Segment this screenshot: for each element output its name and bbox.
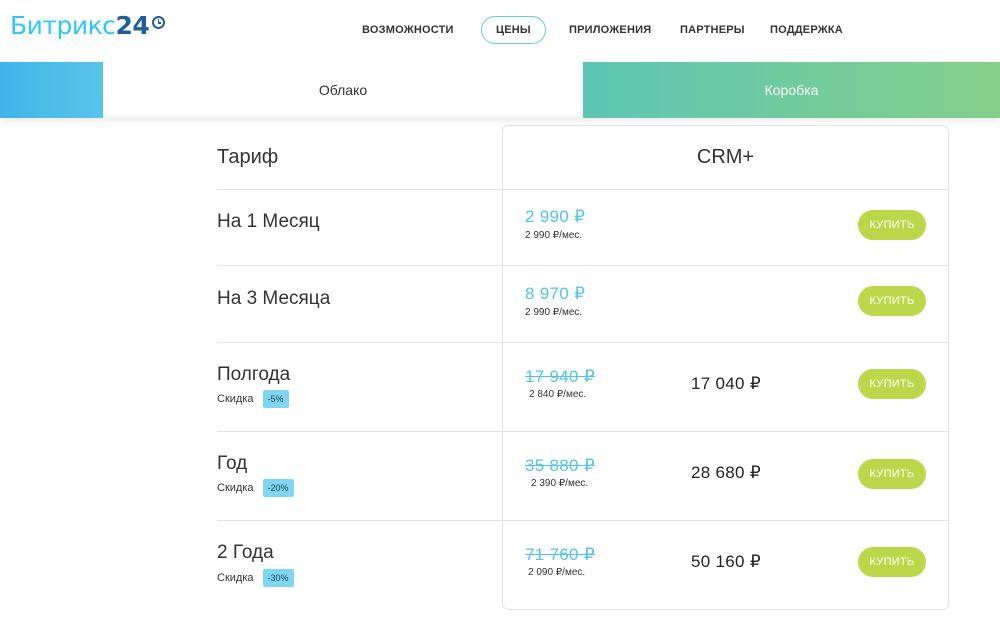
row-title-half-year: Полгода bbox=[217, 364, 291, 385]
discount-label: Скидка bbox=[217, 393, 254, 405]
buy-button-year[interactable]: КУПИТЬ bbox=[858, 459, 926, 489]
site-header: Битрикс 24 ВОЗМОЖНОСТИ ЦЕНЫ ПРИЛОЖЕНИЯ П… bbox=[0, 0, 1000, 62]
buy-button-1-month[interactable]: КУПИТЬ bbox=[858, 210, 926, 240]
row-title-1-month: На 1 Месяц bbox=[217, 211, 320, 232]
tariff-column-header: Тариф bbox=[217, 146, 279, 168]
buy-button-2-years[interactable]: КУПИТЬ bbox=[858, 547, 926, 577]
row-divider bbox=[503, 431, 948, 432]
nav-prices[interactable]: ЦЕНЫ bbox=[481, 16, 546, 44]
tab-cloud[interactable]: Облако bbox=[103, 62, 583, 118]
price-1-month: 2 990 ₽ bbox=[525, 207, 586, 226]
discount-half-year: Скидка -5% bbox=[217, 390, 289, 408]
discount-badge: -30% bbox=[262, 569, 294, 587]
discount-2-years: Скидка -30% bbox=[217, 569, 294, 587]
discount-label: Скидка bbox=[217, 572, 254, 584]
tabs-band-decor bbox=[0, 62, 103, 118]
row-divider bbox=[503, 265, 948, 266]
old-price-half-year: 17 940 ₽ bbox=[525, 367, 595, 386]
discount-year: Скидка -20% bbox=[217, 479, 294, 497]
per-month-1-month: 2 990 ₽/мес. bbox=[525, 230, 583, 241]
nav-features[interactable]: ВОЗМОЖНОСТИ bbox=[362, 16, 454, 44]
nav-support[interactable]: ПОДДЕРЖКА bbox=[770, 16, 843, 44]
row-title-2-years: 2 Года bbox=[217, 542, 274, 563]
discount-badge: -5% bbox=[262, 390, 289, 408]
row-divider bbox=[503, 189, 948, 190]
old-price-year: 35 880 ₽ bbox=[525, 456, 595, 475]
row-divider bbox=[217, 189, 503, 190]
nav-apps[interactable]: ПРИЛОЖЕНИЯ bbox=[569, 16, 651, 44]
main-nav: ВОЗМОЖНОСТИ ЦЕНЫ ПРИЛОЖЕНИЯ ПАРТНЕРЫ ПОД… bbox=[0, 16, 1000, 44]
row-divider bbox=[503, 520, 948, 521]
row-divider bbox=[217, 431, 503, 432]
final-price-2-years: 50 160 ₽ bbox=[691, 552, 761, 571]
row-divider bbox=[217, 342, 503, 343]
plan-column-header: CRM+ bbox=[696, 146, 755, 168]
tab-box[interactable]: Коробка bbox=[583, 62, 1000, 118]
buy-button-3-months[interactable]: КУПИТЬ bbox=[858, 286, 926, 316]
price-3-months: 8 970 ₽ bbox=[525, 284, 586, 303]
row-divider bbox=[503, 342, 948, 343]
row-title-year: Год bbox=[217, 453, 248, 474]
discount-label: Скидка bbox=[217, 482, 254, 494]
row-title-3-months: На 3 Месяца bbox=[217, 288, 331, 309]
buy-button-half-year[interactable]: КУПИТЬ bbox=[858, 369, 926, 399]
per-month-half-year: 2 840 ₽/мес. bbox=[529, 389, 587, 400]
per-month-2-years: 2 090 ₽/мес. bbox=[528, 567, 586, 578]
edition-tabs: Облако Коробка bbox=[0, 62, 1000, 118]
nav-partners[interactable]: ПАРТНЕРЫ bbox=[680, 16, 745, 44]
discount-badge: -20% bbox=[262, 479, 294, 497]
old-price-2-years: 71 760 ₽ bbox=[525, 545, 595, 564]
row-divider bbox=[217, 520, 503, 521]
per-month-3-months: 2 990 ₽/мес. bbox=[525, 307, 583, 318]
row-divider bbox=[217, 265, 503, 266]
per-month-year: 2 390 ₽/мес. bbox=[531, 478, 589, 489]
final-price-half-year: 17 040 ₽ bbox=[691, 374, 761, 393]
final-price-year: 28 680 ₽ bbox=[691, 463, 761, 482]
